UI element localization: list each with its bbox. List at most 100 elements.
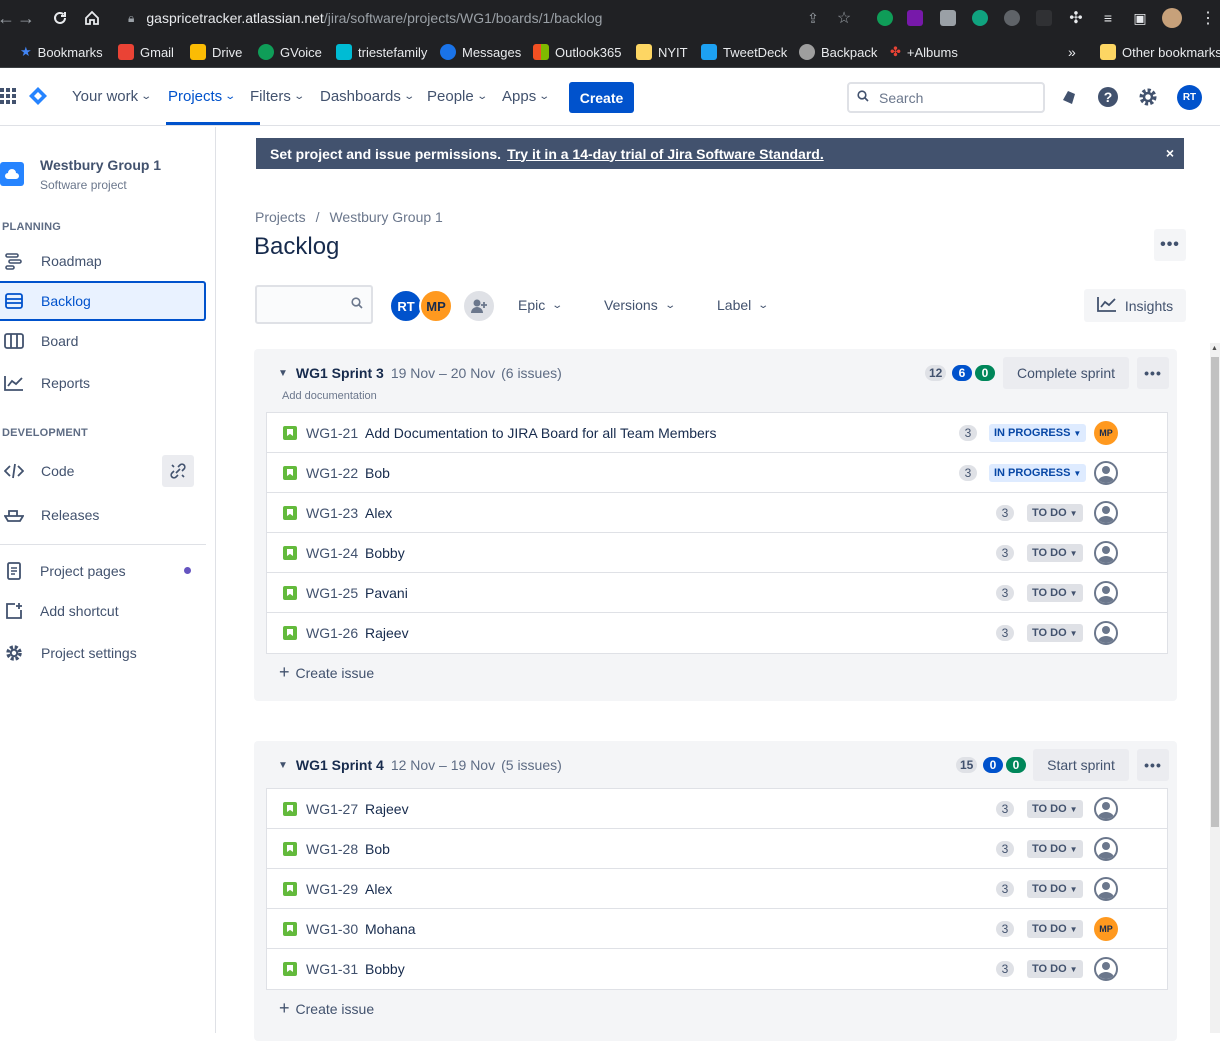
issue-row[interactable]: WG1-26 Rajeev 3 TO DO ▼ xyxy=(267,613,1167,653)
reload-icon[interactable] xyxy=(48,6,72,30)
extension-grid-icon[interactable] xyxy=(1036,10,1052,26)
issue-key[interactable]: WG1-22 xyxy=(306,465,358,481)
chevron-down-icon[interactable]: ▼ xyxy=(278,760,288,771)
close-icon[interactable]: × xyxy=(1166,145,1174,161)
issue-row[interactable]: WG1-23 Alex 3 TO DO ▼ xyxy=(267,493,1167,533)
create-button[interactable]: Create xyxy=(569,82,634,113)
epic-filter-dropdown[interactable]: Epic ⌄ xyxy=(518,297,563,313)
status-dropdown[interactable]: IN PROGRESS ▼ xyxy=(989,424,1087,442)
page-scrollbar[interactable]: ▲ xyxy=(1210,343,1220,1033)
search-input[interactable]: Search xyxy=(847,82,1045,113)
add-people-icon[interactable] xyxy=(462,289,496,323)
profile-avatar[interactable] xyxy=(1162,8,1182,28)
create-issue-button[interactable]: + Create issue xyxy=(279,662,374,683)
sprint-more-icon[interactable]: ••• xyxy=(1137,749,1169,781)
unassigned-avatar-icon[interactable] xyxy=(1094,541,1118,565)
issue-key[interactable]: WG1-24 xyxy=(306,545,358,561)
complete-sprint-button[interactable]: Complete sprint xyxy=(1003,357,1129,389)
unassigned-avatar-icon[interactable] xyxy=(1094,461,1118,485)
bookmark-other[interactable]: Other bookmarks xyxy=(1100,44,1220,60)
nav-apps[interactable]: Apps ⌄ xyxy=(502,88,550,105)
status-dropdown[interactable]: TO DO ▼ xyxy=(1027,920,1083,938)
nav-dashboards[interactable]: Dashboards ⌄ xyxy=(320,88,415,105)
scrollbar-thumb[interactable] xyxy=(1211,357,1219,827)
backlog-search-input[interactable] xyxy=(255,285,373,324)
unassigned-avatar-icon[interactable] xyxy=(1094,501,1118,525)
sidebar-item-reports[interactable]: Reports xyxy=(0,363,206,403)
media-icon[interactable]: ≡ xyxy=(1096,6,1120,30)
gvoice-extension-icon[interactable] xyxy=(877,10,893,26)
status-dropdown[interactable]: TO DO ▼ xyxy=(1027,544,1083,562)
issue-key[interactable]: WG1-26 xyxy=(306,625,358,641)
jira-logo-icon[interactable] xyxy=(28,86,48,109)
status-dropdown[interactable]: TO DO ▼ xyxy=(1027,880,1083,898)
issue-key[interactable]: WG1-29 xyxy=(306,881,358,897)
notifications-icon[interactable] xyxy=(1058,86,1080,108)
versions-filter-dropdown[interactable]: Versions ⌄ xyxy=(604,297,676,313)
status-dropdown[interactable]: TO DO ▼ xyxy=(1027,960,1083,978)
share-icon[interactable]: ⇪ xyxy=(801,6,825,30)
sidebar-item-project-pages[interactable]: Project pages xyxy=(0,551,206,591)
onenote-extension-icon[interactable] xyxy=(907,10,923,26)
address-bar[interactable]: 🔒︎ gaspricetracker.atlassian.net/jira/so… xyxy=(112,4,864,32)
issue-key[interactable]: WG1-28 xyxy=(306,841,358,857)
issue-row[interactable]: WG1-29 Alex 3 TO DO ▼ xyxy=(267,869,1167,909)
sidebar-item-backlog[interactable]: Backlog xyxy=(0,281,206,321)
sidebar-item-add-shortcut[interactable]: Add shortcut xyxy=(0,591,206,631)
sidebar-item-roadmap[interactable]: Roadmap xyxy=(0,241,206,281)
bookmark-messages[interactable]: Messages xyxy=(440,44,521,60)
status-dropdown[interactable]: TO DO ▼ xyxy=(1027,800,1083,818)
nav-filters[interactable]: Filters ⌄ xyxy=(250,88,305,105)
unassigned-avatar-icon[interactable] xyxy=(1094,621,1118,645)
bookmark-bookmarks[interactable]: ★ Bookmarks xyxy=(20,44,103,60)
status-dropdown[interactable]: IN PROGRESS ▼ xyxy=(989,464,1087,482)
issue-key[interactable]: WG1-21 xyxy=(306,425,358,441)
extension-bubble-icon[interactable] xyxy=(1004,10,1020,26)
forward-icon[interactable]: → xyxy=(14,6,38,30)
bookmark-tweetdeck[interactable]: TweetDeck xyxy=(701,44,787,60)
breadcrumb-project[interactable]: Westbury Group 1 xyxy=(329,209,442,225)
bookmark-drive[interactable]: Drive xyxy=(190,44,242,60)
issue-row[interactable]: WG1-22 Bob 3 IN PROGRESS ▼ xyxy=(267,453,1167,493)
assignee-avatar[interactable]: MP xyxy=(1094,917,1118,941)
extension-icon[interactable] xyxy=(940,10,956,26)
page-more-icon[interactable]: ••• xyxy=(1154,229,1186,261)
bookmark-triestefamily[interactable]: triestefamily xyxy=(336,44,427,60)
status-dropdown[interactable]: TO DO ▼ xyxy=(1027,504,1083,522)
bookmark-albums[interactable]: ✤ +Albums xyxy=(890,44,958,60)
issue-key[interactable]: WG1-23 xyxy=(306,505,358,521)
scroll-up-icon[interactable]: ▲ xyxy=(1211,345,1218,352)
issue-row[interactable]: WG1-31 Bobby 3 TO DO ▼ xyxy=(267,949,1167,989)
issue-row[interactable]: WG1-28 Bob 3 TO DO ▼ xyxy=(267,829,1167,869)
app-switcher-icon[interactable] xyxy=(0,88,16,104)
help-icon[interactable]: ? xyxy=(1097,86,1119,108)
star-icon[interactable]: ☆ xyxy=(832,6,856,30)
avatar-filter-rt[interactable]: RT xyxy=(389,289,423,323)
sidebar-item-releases[interactable]: Releases xyxy=(0,495,206,535)
sidebar-item-board[interactable]: Board xyxy=(0,321,206,361)
unassigned-avatar-icon[interactable] xyxy=(1094,581,1118,605)
issue-row[interactable]: WG1-21 Add Documentation to JIRA Board f… xyxy=(267,413,1167,453)
assignee-avatar[interactable]: MP xyxy=(1094,421,1118,445)
bookmark-gvoice[interactable]: GVoice xyxy=(258,44,322,60)
unassigned-avatar-icon[interactable] xyxy=(1094,837,1118,861)
extension-a-icon[interactable] xyxy=(972,10,988,26)
issue-key[interactable]: WG1-25 xyxy=(306,585,358,601)
start-sprint-button[interactable]: Start sprint xyxy=(1033,749,1129,781)
bookmark-gmail[interactable]: Gmail xyxy=(118,44,174,60)
banner-trial-link[interactable]: Try it in a 14-day trial of Jira Softwar… xyxy=(507,146,824,162)
user-avatar[interactable]: RT xyxy=(1177,85,1202,110)
issue-key[interactable]: WG1-31 xyxy=(306,961,358,977)
status-dropdown[interactable]: TO DO ▼ xyxy=(1027,624,1083,642)
sprint-goal[interactable]: Add documentation xyxy=(282,390,377,402)
sidepanel-icon[interactable]: ▣ xyxy=(1128,6,1152,30)
issue-row[interactable]: WG1-24 Bobby 3 TO DO ▼ xyxy=(267,533,1167,573)
insights-button[interactable]: Insights xyxy=(1084,289,1186,322)
chevron-down-icon[interactable]: ▼ xyxy=(278,368,288,379)
unassigned-avatar-icon[interactable] xyxy=(1094,877,1118,901)
puzzle-icon[interactable]: ✣ xyxy=(1064,6,1088,30)
avatar-filter-mp[interactable]: MP xyxy=(419,289,453,323)
nav-people[interactable]: People ⌄ xyxy=(427,88,488,105)
sprint-header[interactable]: ▼ WG1 Sprint 4 12 Nov – 19 Nov (5 issues… xyxy=(278,757,562,773)
create-issue-button[interactable]: + Create issue xyxy=(279,998,374,1019)
